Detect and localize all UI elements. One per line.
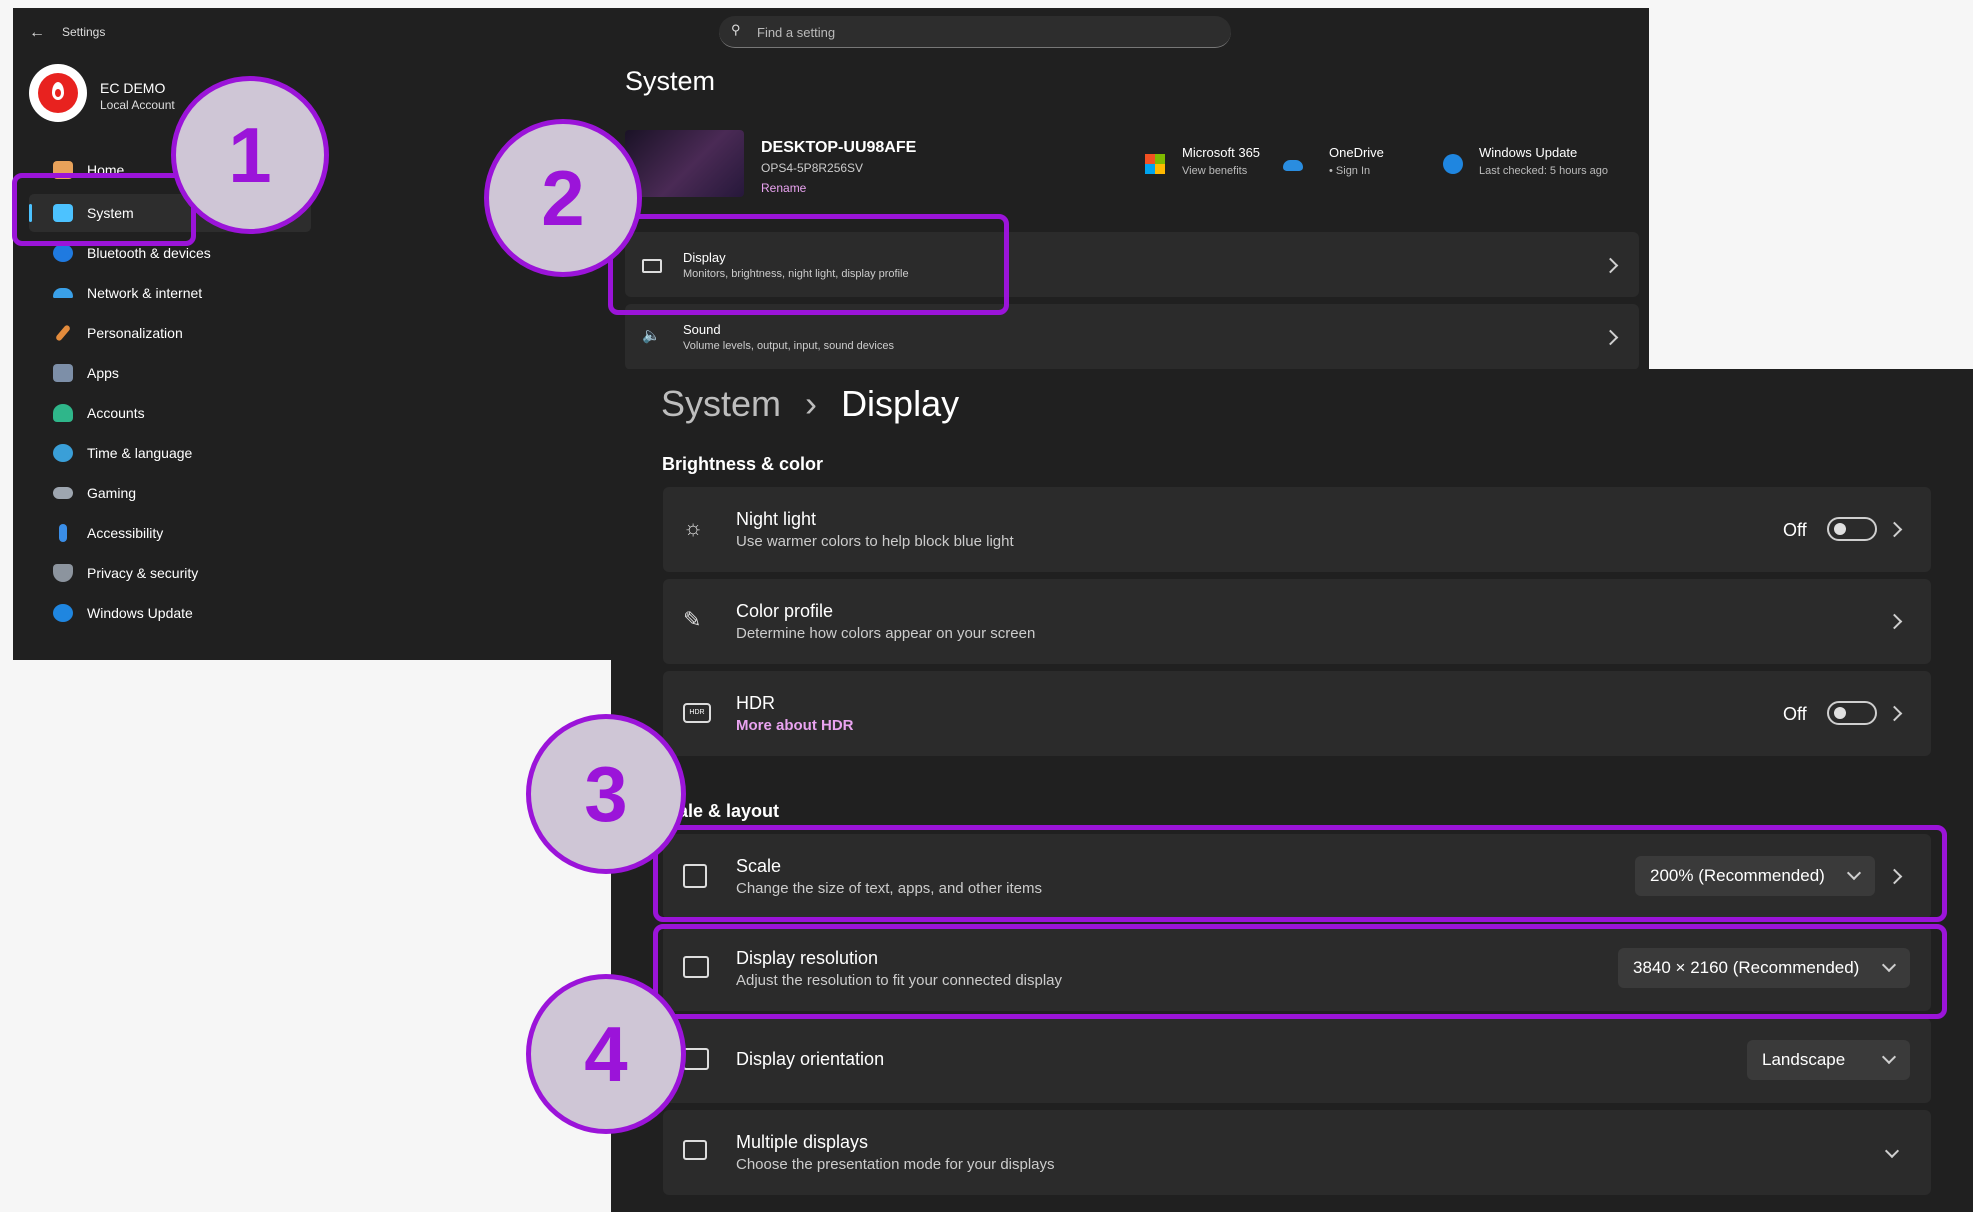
display-orientation-title: Display orientation (736, 1049, 885, 1069)
sidebar-item-windows-update[interactable]: Windows Update (53, 596, 193, 630)
hdr-toggle[interactable] (1827, 701, 1877, 725)
accessibility-icon (59, 524, 67, 542)
highlight-resolution-row (653, 924, 1947, 1019)
sidebar-item-accounts[interactable]: Accounts (53, 396, 145, 430)
globe-clock-icon (53, 444, 73, 462)
brush-icon (54, 324, 72, 342)
hdr-title: HDR (736, 693, 775, 713)
display-window: System › Display Brightness & color ☼ Ni… (611, 369, 1973, 1212)
breadcrumb: System › Display (661, 383, 959, 425)
sound-row-subtitle: Volume levels, output, input, sound devi… (683, 340, 894, 352)
controller-icon (53, 487, 73, 499)
update-icon (53, 604, 73, 622)
chevron-down-icon (1881, 1049, 1897, 1065)
sidebar-item-accessibility[interactable]: Accessibility (53, 516, 163, 550)
color-profile-subtitle: Determine how colors appear on your scre… (736, 625, 1036, 642)
multiple-displays-subtitle: Choose the presentation mode for your di… (736, 1156, 1055, 1173)
eyedropper-icon: ✎ (683, 607, 702, 632)
night-light-state: Off (1783, 520, 1807, 540)
page-title: System (625, 66, 716, 96)
hdr-state: Off (1783, 704, 1807, 724)
hdr-icon: HDR (683, 703, 711, 723)
night-light-toggle[interactable] (1827, 517, 1877, 541)
rename-link[interactable]: Rename (761, 181, 806, 195)
multiple-displays-title: Multiple displays (736, 1132, 869, 1152)
onedrive-title[interactable]: OneDrive (1329, 145, 1384, 160)
multiple-displays-row[interactable]: Multiple displays Choose the presentatio… (663, 1110, 1931, 1195)
chevron-right-icon (1602, 329, 1619, 346)
breadcrumb-parent[interactable]: System (661, 383, 781, 424)
color-profile-title: Color profile (736, 601, 834, 621)
sidebar-item-personalization[interactable]: Personalization (53, 316, 183, 350)
speaker-icon: 🔈 (642, 327, 661, 344)
wifi-icon (53, 288, 73, 298)
sidebar-item-gaming[interactable]: Gaming (53, 476, 136, 510)
sun-moon-icon: ☼ (683, 515, 704, 540)
highlight-display-row (608, 214, 1009, 315)
onedrive-subtitle: • Sign In (1329, 165, 1371, 177)
orientation-icon (683, 1048, 709, 1070)
step-2-callout: 2 (484, 119, 642, 277)
search-placeholder: Find a setting (757, 25, 836, 40)
device-thumbnail (625, 130, 744, 197)
apps-icon (53, 364, 73, 382)
bluetooth-icon (53, 244, 73, 262)
hdr-row[interactable]: HDR HDR More about HDR Off (663, 671, 1931, 756)
account-type: Local Account (100, 98, 175, 112)
multiple-displays-icon (683, 1140, 707, 1160)
drop-logo-icon (38, 73, 78, 113)
app-title: Settings (62, 25, 106, 39)
chevron-right-icon (1886, 705, 1903, 722)
highlight-scale-row (653, 825, 1947, 922)
night-light-row[interactable]: ☼ Night light Use warmer colors to help … (663, 487, 1931, 572)
device-name: DESKTOP-UU98AFE (761, 139, 917, 156)
color-profile-row[interactable]: ✎ Color profile Determine how colors app… (663, 579, 1931, 664)
microsoft-365-subtitle: View benefits (1182, 165, 1248, 177)
windows-update-icon (1443, 154, 1463, 174)
person-icon (53, 404, 73, 422)
device-model: OPS4-5P8R256SV (761, 161, 864, 175)
chevron-right-icon (1886, 613, 1903, 630)
highlight-system (12, 173, 196, 246)
chevron-down-icon (1884, 1143, 1900, 1159)
sidebar-item-time-language[interactable]: Time & language (53, 436, 192, 470)
section-heading-brightness: Brightness & color (662, 454, 824, 474)
orientation-value: Landscape (1762, 1050, 1846, 1069)
sound-row-title: Sound (683, 322, 721, 337)
shield-icon (53, 564, 73, 582)
step-4-callout: 4 (526, 974, 686, 1134)
sidebar-item-apps[interactable]: Apps (53, 356, 119, 390)
breadcrumb-separator: › (805, 383, 818, 424)
windows-update-subtitle: Last checked: 5 hours ago (1479, 165, 1609, 177)
search-box[interactable]: ⚲ Find a setting (719, 16, 1231, 48)
display-orientation-row[interactable]: Display orientation Landscape (663, 1018, 1931, 1103)
back-arrow-icon[interactable]: ← (29, 24, 45, 42)
orientation-dropdown[interactable]: Landscape (1747, 1040, 1910, 1080)
chevron-right-icon (1886, 521, 1903, 538)
avatar (29, 64, 87, 122)
night-light-title: Night light (736, 509, 817, 529)
microsoft-365-icon-lower (1145, 164, 1165, 174)
night-light-subtitle: Use warmer colors to help block blue lig… (736, 533, 1014, 550)
sidebar-item-privacy[interactable]: Privacy & security (53, 556, 198, 590)
search-icon: ⚲ (731, 22, 741, 37)
sidebar-item-network[interactable]: Network & internet (53, 276, 202, 310)
step-1-callout: 1 (171, 76, 329, 234)
windows-update-title[interactable]: Windows Update (1479, 145, 1577, 160)
microsoft-365-title[interactable]: Microsoft 365 (1182, 145, 1260, 160)
hdr-more-link[interactable]: More about HDR (736, 717, 854, 734)
section-heading-scale-layout: ale & layout (678, 801, 780, 821)
step-3-callout: 3 (526, 714, 686, 874)
account-name: EC DEMO (100, 80, 166, 96)
onedrive-icon (1283, 160, 1303, 171)
breadcrumb-current: Display (841, 383, 960, 424)
chevron-right-icon (1602, 257, 1619, 274)
